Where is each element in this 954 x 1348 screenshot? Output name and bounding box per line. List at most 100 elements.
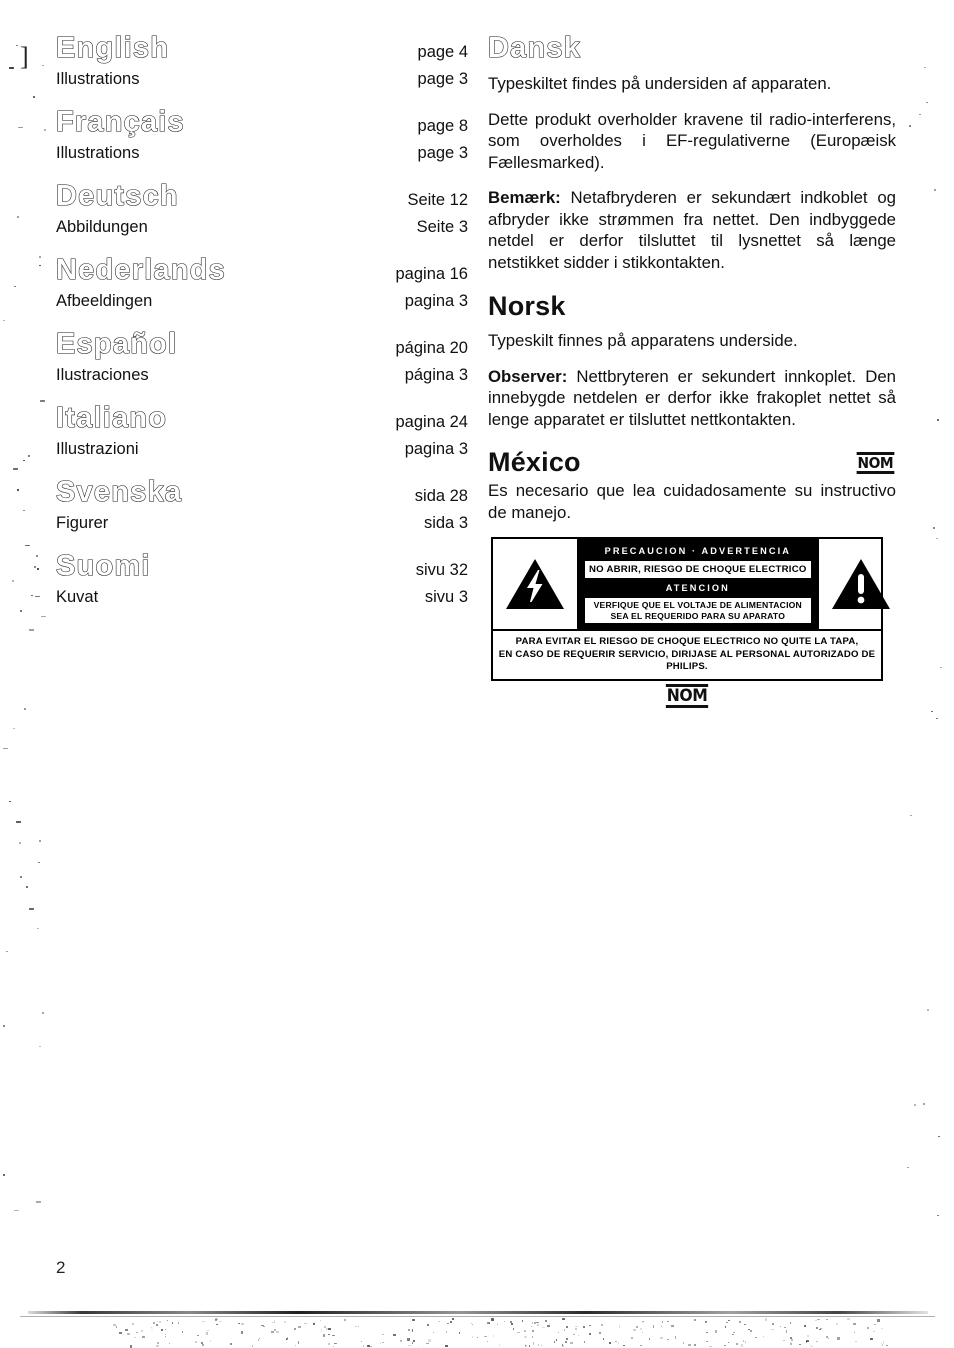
scan-speck <box>807 1335 809 1337</box>
language-page-ref: page 8 <box>417 117 468 135</box>
norsk-note-lead: Observer: <box>488 366 568 386</box>
scan-speck <box>557 1331 560 1334</box>
scan-speck <box>660 1337 664 1339</box>
scan-speck <box>727 1341 730 1344</box>
scan-speck <box>209 1340 212 1342</box>
scan-speck <box>28 455 31 457</box>
scan-speck <box>490 1318 494 1321</box>
scan-speck <box>790 1341 792 1344</box>
scan-speck <box>23 509 26 511</box>
scan-speck <box>2 747 8 749</box>
scan-speck <box>799 1343 801 1346</box>
scan-speck <box>36 1201 41 1203</box>
scan-speck <box>2 319 5 322</box>
scan-speck <box>19 609 22 612</box>
scan-speck <box>819 1328 821 1331</box>
warning-no-open-line: NO ABRIR, RIESGO DE CHOQUE ELECTRICO <box>585 561 811 578</box>
page-number: 2 <box>56 1258 66 1277</box>
language-title-row: Nederlands pagina 16 <box>55 255 468 285</box>
scan-speck <box>574 1325 578 1328</box>
scan-speck <box>202 1344 204 1346</box>
scan-speck <box>458 1332 461 1334</box>
scan-speck <box>762 1335 765 1338</box>
scan-speck <box>873 1330 875 1333</box>
scan-speck <box>16 44 19 47</box>
scan-speck <box>617 1342 620 1344</box>
scan-speck <box>816 1340 818 1343</box>
scan-speck <box>197 1334 199 1337</box>
scan-speck <box>706 1340 708 1343</box>
scan-speck <box>331 1334 335 1337</box>
scan-speck <box>484 1335 488 1338</box>
language-illustrations-row: Ilustraciones página 3 <box>56 366 468 385</box>
scan-speck <box>936 537 939 540</box>
scan-edge-line <box>28 1311 928 1314</box>
language-entry: Français page 8 Illustrations page 3 <box>55 107 468 163</box>
scan-speck <box>157 1342 159 1344</box>
scan-speck <box>932 527 935 529</box>
scan-speck <box>445 1331 448 1333</box>
illustrations-label: Illustrations <box>56 70 140 88</box>
illustrations-label: Ilustraciones <box>56 366 149 384</box>
scan-speck <box>5 950 8 953</box>
scan-speck <box>411 1342 414 1344</box>
scan-speck <box>408 1329 410 1331</box>
scan-speck <box>25 885 28 888</box>
scan-speck <box>826 1335 828 1339</box>
scan-speck <box>471 1336 474 1338</box>
scan-speck <box>811 1345 813 1348</box>
illustrations-label: Afbeeldingen <box>56 292 153 310</box>
language-title-row: Italiano pagina 24 <box>55 403 468 433</box>
language-entry: Español página 20 Ilustraciones página 3 <box>55 329 468 385</box>
scan-speck <box>532 1342 535 1345</box>
scan-speck <box>271 1330 275 1334</box>
scan-speck <box>13 728 16 730</box>
scan-speck <box>328 1343 330 1345</box>
warning-text-stack: PRECAUCION · ADVERTENCIA NO ABRIR, RIESG… <box>579 539 817 629</box>
scan-speck <box>562 1318 566 1320</box>
scan-speck <box>328 1333 330 1336</box>
scan-speck <box>640 1327 642 1331</box>
scan-speck <box>153 1321 155 1325</box>
scan-speck <box>379 1342 382 1345</box>
scan-speck <box>29 629 35 631</box>
scan-speck <box>151 1328 153 1331</box>
scan-speck <box>177 1322 180 1324</box>
language-illustrations-row: Illustrations page 3 <box>56 70 468 89</box>
scan-speck <box>286 1338 288 1340</box>
scan-speck <box>284 1321 286 1323</box>
scan-speck <box>618 1325 621 1328</box>
scan-speck <box>876 1319 880 1322</box>
warning-title-line: PRECAUCION · ADVERTENCIA <box>579 543 817 559</box>
scan-speck <box>724 1326 727 1328</box>
scan-speck <box>258 1337 261 1340</box>
section-mexico: México NOM Es necesario que lea cuidados… <box>488 449 896 523</box>
scan-speck <box>886 1344 888 1347</box>
scan-speck <box>141 1336 145 1338</box>
scan-speck <box>536 1321 540 1324</box>
scan-speck <box>251 1345 254 1347</box>
scan-speck <box>546 1325 550 1327</box>
scan-speck <box>216 1323 218 1326</box>
scan-speck <box>924 66 927 69</box>
language-illustrations-row: Illustrations page 3 <box>56 144 468 163</box>
scan-speck <box>671 1325 675 1327</box>
scan-speck <box>238 1322 240 1325</box>
scan-speck <box>706 1331 708 1334</box>
scan-speck <box>601 1324 603 1326</box>
language-entry: English page 4 Illustrations page 3 <box>55 33 468 89</box>
scan-speck <box>294 1327 296 1331</box>
scan-speck <box>164 1328 167 1331</box>
scan-speck <box>853 1323 857 1325</box>
scan-speck <box>13 468 19 470</box>
scan-speck <box>297 1341 300 1344</box>
scan-speck <box>303 1322 307 1325</box>
scan-speck <box>640 1344 642 1347</box>
scan-speck <box>164 1333 167 1336</box>
scan-speck <box>17 126 23 129</box>
scan-speck <box>642 1320 645 1323</box>
scan-speck <box>724 1344 726 1347</box>
scan-speck <box>275 1331 279 1333</box>
illustrations-page-ref: sivu 3 <box>424 588 468 606</box>
scan-speck <box>171 1322 174 1324</box>
